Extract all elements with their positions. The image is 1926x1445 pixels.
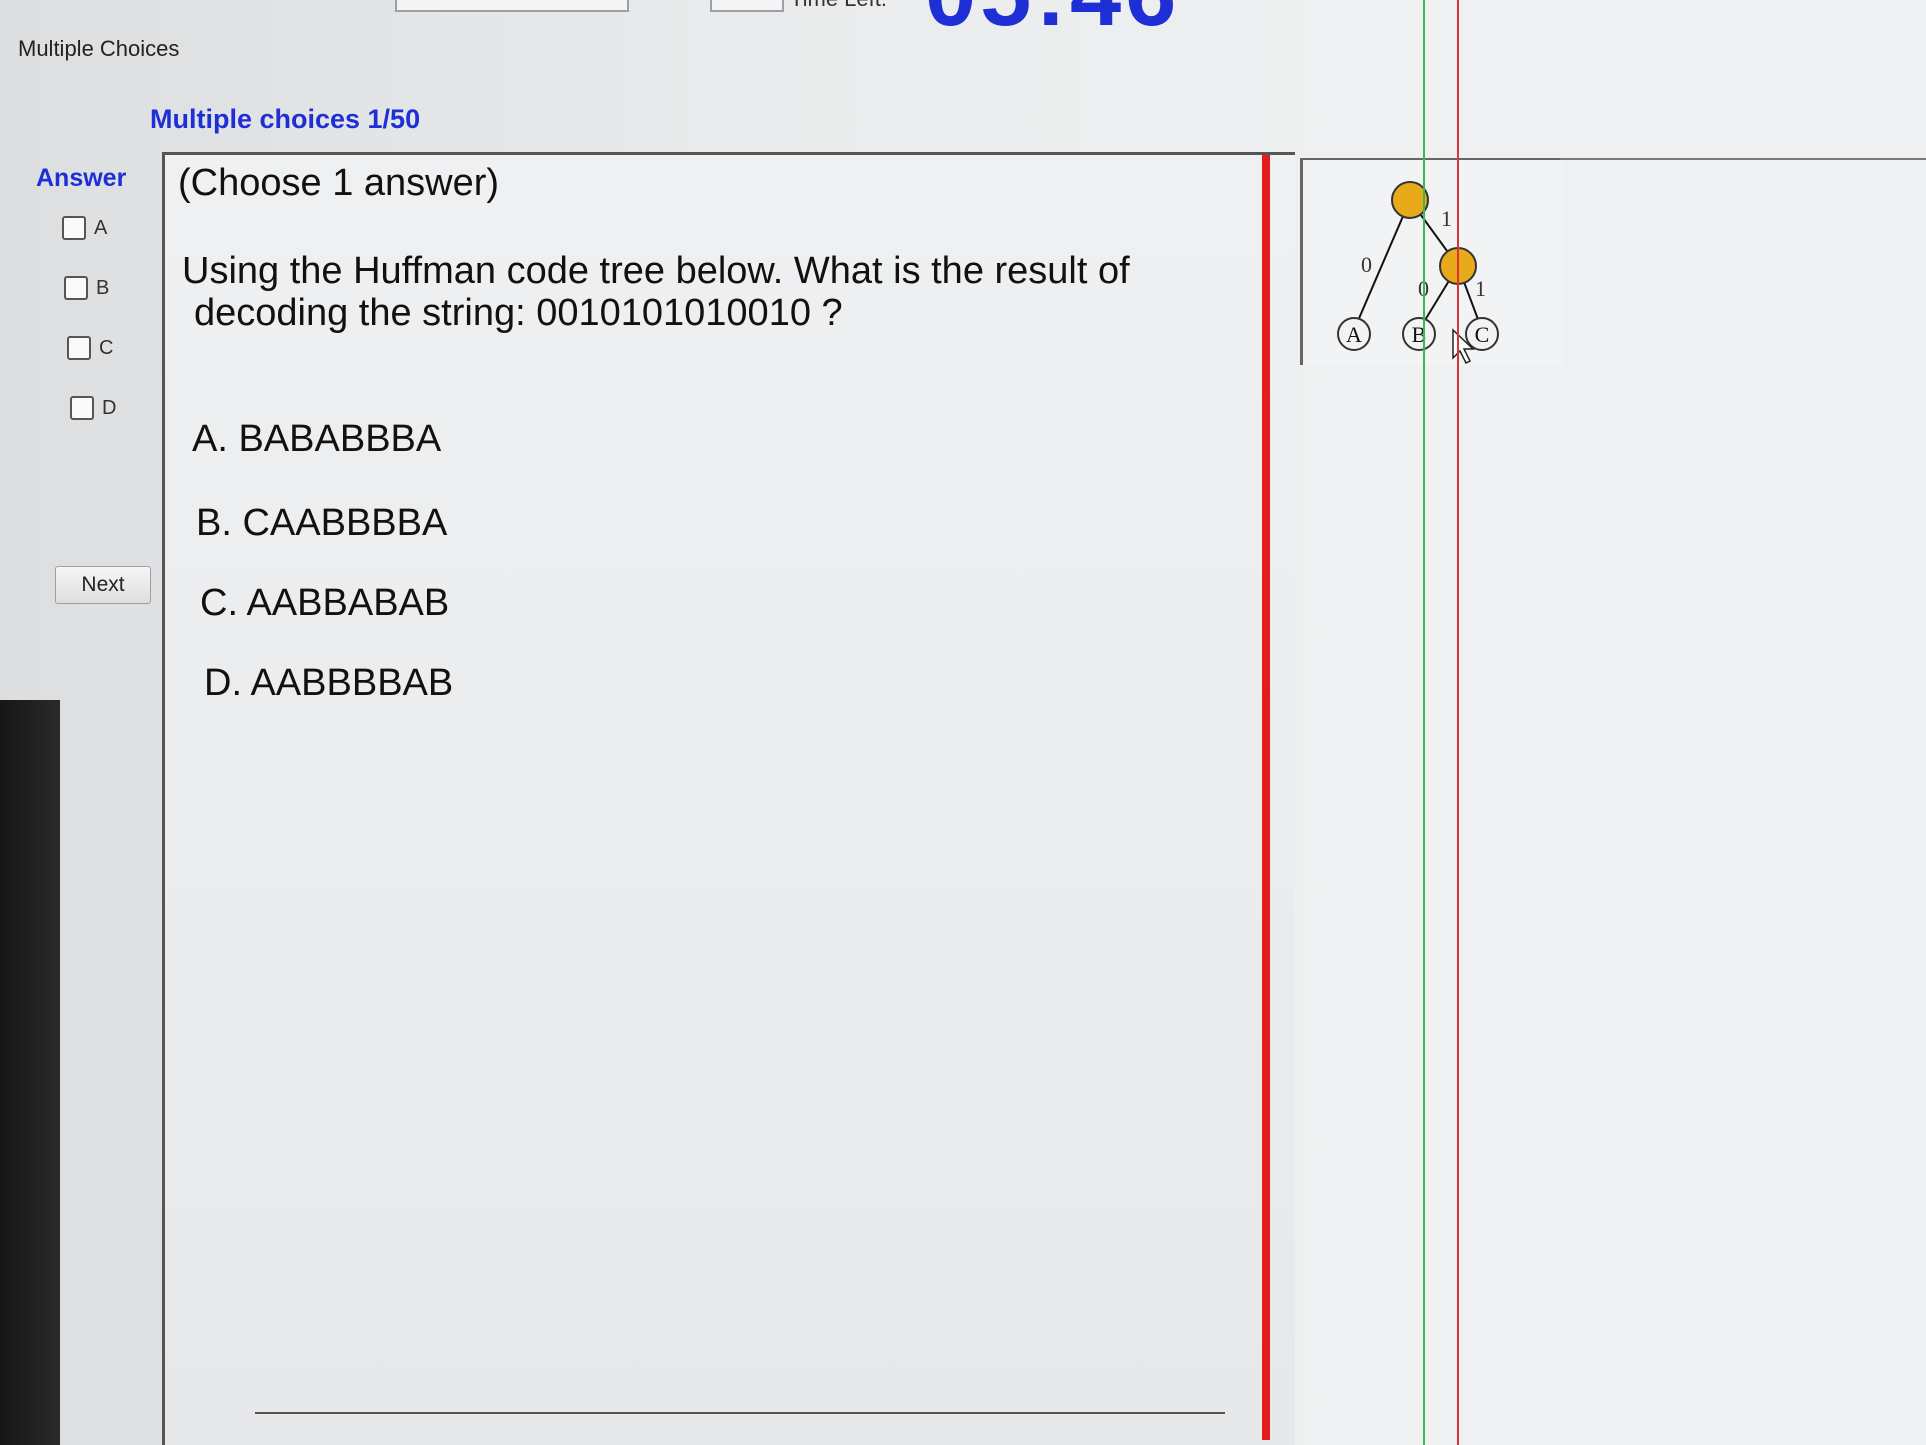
time-left-label: Time Left: [790,0,887,12]
choice-d: D. AABBBBAB [204,662,454,704]
leaf-label: A [1346,322,1362,347]
red-guide-line [1262,155,1270,1440]
answer-label: Answer [36,164,127,192]
edge-label: 1 [1475,276,1486,301]
panel-bottom-border [255,1412,1225,1414]
window-title: Multiple Choices [18,36,180,61]
checkbox[interactable] [70,396,94,420]
right-panel-border [1560,158,1926,160]
leaf-label: C [1475,322,1490,347]
top-text-field[interactable] [395,0,629,12]
huffman-tree-panel: 0 1 0 1 A B C [1300,158,1563,365]
edge-label: 0 [1361,252,1372,277]
section-title: Multiple choices 1/50 [150,104,421,134]
answer-option-b[interactable]: B [64,276,109,300]
question-line-1: Using the Huffman code tree below. What … [182,250,1130,292]
answer-option-c[interactable]: C [67,336,113,360]
green-guide-line [1423,0,1425,1445]
answer-option-a[interactable]: A [62,216,107,240]
countdown-timer: 05:46 [925,0,1180,47]
answer-option-label: C [99,336,114,359]
red-thin-guide-line [1457,0,1459,1445]
choice-b: B. CAABBBBA [196,502,448,544]
edge-label: 1 [1441,206,1452,231]
question-panel [162,152,1295,1445]
choice-a: A. BABABBBA [192,418,442,460]
monitor-bezel [0,700,60,1445]
answer-option-d[interactable]: D [70,396,116,420]
question-line-2: decoding the string: 0010101010010 ? [194,292,843,334]
huffman-tree-diagram: 0 1 0 1 A B C [1337,181,1499,365]
choice-c: C. AABBABAB [200,582,450,624]
question-instruction: (Choose 1 answer) [178,162,500,204]
question-text: Using the Huffman code tree below. What … [182,250,1182,334]
next-button[interactable]: Next [55,566,151,604]
checkbox[interactable] [67,336,91,360]
answer-option-label: A [94,216,108,239]
answer-option-label: D [102,396,117,419]
answer-option-label: B [96,276,110,299]
checkbox[interactable] [62,216,86,240]
checkbox[interactable] [64,276,88,300]
top-dropdown[interactable] [710,0,784,12]
